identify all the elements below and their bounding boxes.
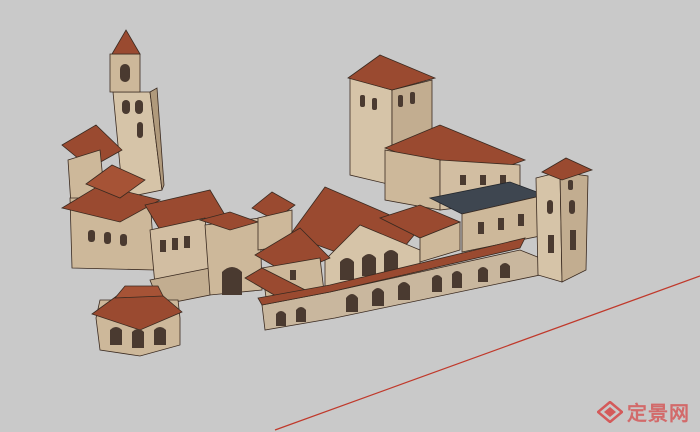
watermark: 定景网 xyxy=(597,397,690,426)
right-tower xyxy=(535,157,594,283)
diamond-logo-icon xyxy=(597,400,623,423)
sketchup-viewport: 定景网 xyxy=(0,0,700,432)
watermark-text: 定景网 xyxy=(627,401,690,425)
building-model xyxy=(60,29,700,431)
